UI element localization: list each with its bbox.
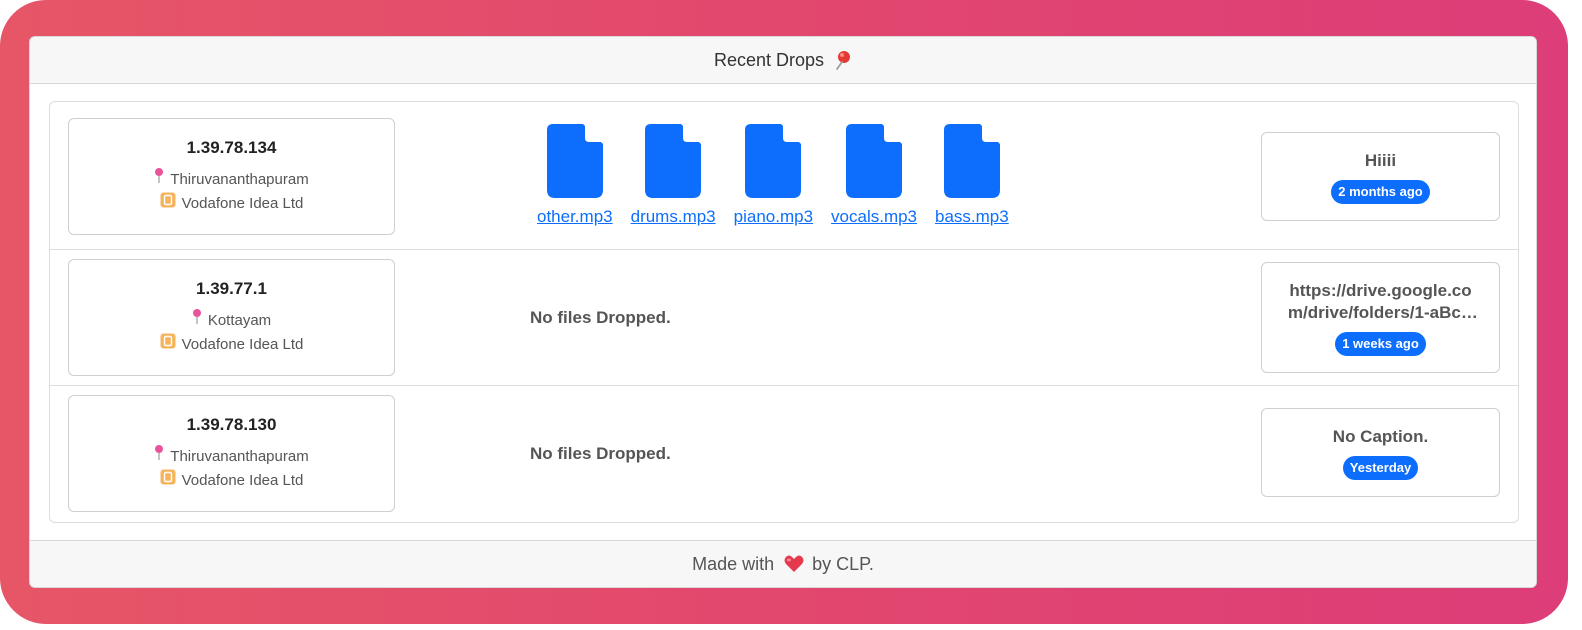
card-footer: Made with by CLP. (30, 540, 1536, 587)
file-item[interactable]: bass.mp3 (935, 124, 1009, 227)
isp-icon (160, 469, 176, 493)
no-files-message: No files Dropped. (530, 444, 671, 463)
file-list: other.mp3 drums.mp3 piano.mp3 vocals.mp3… (537, 124, 1009, 227)
isp-line: Vodafone Idea Ltd (160, 333, 304, 357)
location-line: Kottayam (192, 308, 272, 333)
caption-text: https://drive.google.com/drive/folders/1… (1287, 280, 1474, 322)
time-badge: Yesterday (1342, 455, 1419, 480)
drop-row: 1.39.78.130 Thiruvananthapuram Vodafone … (50, 386, 1518, 522)
file-icon[interactable] (745, 124, 802, 203)
file-link[interactable]: vocals.mp3 (831, 207, 917, 227)
location-text: Kottayam (207, 311, 272, 329)
ip-address: 1.39.77.1 (196, 278, 267, 298)
drops-list: 1.39.78.134 Thiruvananthapuram Vodafone … (49, 101, 1519, 523)
sender-info-card: 1.39.78.130 Thiruvananthapuram Vodafone … (68, 395, 395, 512)
file-icon[interactable] (846, 124, 903, 203)
file-icon[interactable] (546, 124, 603, 203)
time-badge: 1 weeks ago (1335, 331, 1426, 356)
footer-prefix: Made with (692, 553, 775, 574)
location-pin-icon (154, 444, 164, 469)
isp-line: Vodafone Idea Ltd (160, 469, 304, 493)
isp-icon (160, 333, 176, 357)
time-badge: 2 months ago (1331, 179, 1430, 204)
no-files-message: No files Dropped. (530, 307, 671, 327)
location-text: Thiruvananthapuram (170, 170, 309, 188)
file-item[interactable]: other.mp3 (537, 124, 613, 227)
caption-card: No Caption. Yesterday (1261, 408, 1500, 497)
caption-card: Hiiii 2 months ago (1261, 132, 1500, 221)
location-pin-icon (192, 308, 202, 333)
isp-line: Vodafone Idea Ltd (160, 192, 304, 216)
location-line: Thiruvananthapuram (154, 167, 309, 192)
file-icon[interactable] (645, 124, 702, 203)
caption-card: https://drive.google.com/drive/folders/1… (1261, 262, 1500, 373)
file-link[interactable]: piano.mp3 (734, 207, 813, 227)
file-item[interactable]: vocals.mp3 (831, 124, 917, 227)
card-header: Recent Drops (30, 37, 1536, 84)
recent-drops-card: Recent Drops 1.39.78.134 Thiruvananthapu… (29, 36, 1537, 588)
file-link[interactable]: other.mp3 (537, 207, 613, 227)
caption-text: Hiiii (1364, 150, 1397, 170)
file-link[interactable]: bass.mp3 (935, 207, 1009, 227)
isp-text: Vodafone Idea Ltd (181, 335, 304, 353)
ip-address: 1.39.78.130 (186, 414, 277, 434)
file-item[interactable]: piano.mp3 (734, 124, 813, 227)
heart-icon (784, 555, 804, 573)
location-pin-icon (154, 167, 164, 192)
location-line: Thiruvananthapuram (154, 444, 309, 469)
footer-suffix: by CLP. (812, 553, 874, 574)
isp-text: Vodafone Idea Ltd (181, 471, 304, 489)
file-item[interactable]: drums.mp3 (631, 124, 716, 227)
header-title: Recent Drops (713, 49, 825, 70)
file-icon[interactable] (943, 124, 1000, 203)
sender-info-card: 1.39.77.1 Kottayam Vodafone Idea Ltd (68, 259, 395, 376)
sender-info-card: 1.39.78.134 Thiruvananthapuram Vodafone … (68, 118, 395, 235)
drop-row: 1.39.78.134 Thiruvananthapuram Vodafone … (50, 102, 1518, 250)
isp-icon (160, 192, 176, 216)
location-text: Thiruvananthapuram (170, 447, 309, 465)
pushpin-icon (834, 50, 852, 70)
file-link[interactable]: drums.mp3 (631, 207, 716, 227)
isp-text: Vodafone Idea Ltd (181, 194, 304, 212)
caption-text: No Caption. (1332, 426, 1429, 446)
drop-row: 1.39.77.1 Kottayam Vodafone Idea Ltd No … (50, 250, 1518, 386)
ip-address: 1.39.78.134 (186, 137, 277, 157)
